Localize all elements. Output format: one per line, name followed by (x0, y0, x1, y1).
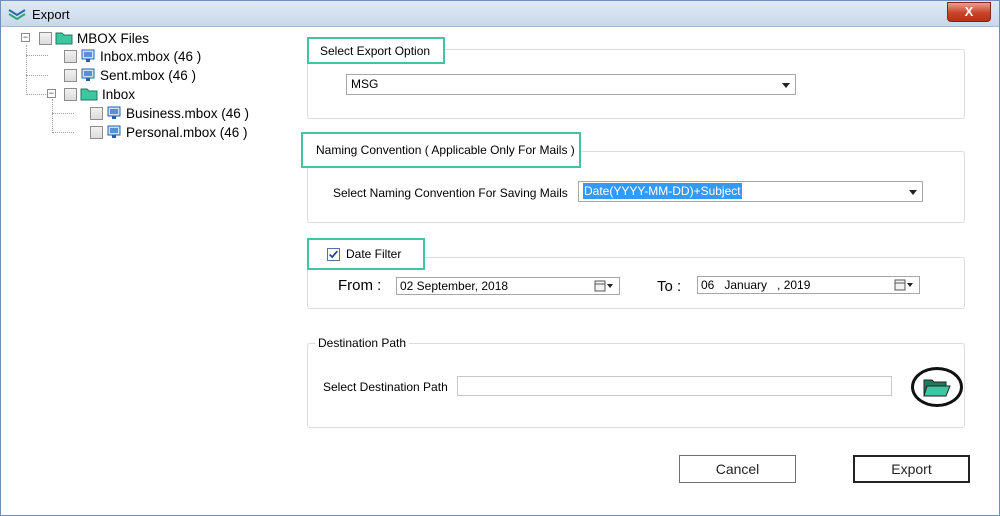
tree-item-personal-mbox[interactable]: Personal.mbox (46 ) (73, 123, 248, 141)
browse-folder-button[interactable] (911, 367, 963, 407)
folder-icon (55, 32, 73, 45)
destination-path-label: Select Destination Path (323, 380, 448, 394)
chevron-down-icon (909, 190, 917, 195)
export-option-title: Select Export Option (320, 43, 431, 58)
window-title: Export (32, 7, 70, 22)
tree-label: Sent.mbox (46 ) (100, 67, 197, 83)
tree-item-inbox-folder[interactable]: − Inbox (17, 85, 135, 103)
export-window: Export X − MBOX Files Inbox.mbox (46) S… (0, 0, 1000, 516)
tree-label: Business.mbox (46 ) (126, 105, 250, 121)
export-option-heading: Select Export Option (307, 37, 445, 64)
tree-checkbox[interactable] (64, 87, 77, 101)
tree-item-sent-mbox[interactable]: Sent.mbox (46 ) (47, 66, 196, 84)
folder-icon (80, 88, 98, 101)
date-filter-title: Date Filter (346, 247, 402, 261)
calendar-dropdown-icon[interactable] (894, 279, 914, 291)
tree-checkbox[interactable] (64, 68, 77, 82)
tree-label: Inbox.mbox (46 ) (100, 48, 202, 64)
date-filter-heading[interactable]: Date Filter (307, 238, 425, 270)
destination-path-input[interactable] (457, 376, 892, 396)
from-date-picker[interactable]: 02 September, 2018 (396, 277, 620, 295)
mailbox-icon (107, 106, 121, 119)
export-button[interactable]: Export (853, 455, 970, 483)
tree-label: MBOX Files (77, 30, 150, 46)
mailbox-icon (81, 68, 95, 81)
tree-checkbox[interactable] (90, 106, 103, 120)
naming-convention-heading: Naming Convention ( Applicable Only For … (301, 132, 581, 168)
app-icon (8, 9, 26, 20)
mbox-tree: − MBOX Files Inbox.mbox (46 ) Sent.mbox … (17, 31, 297, 171)
naming-convention-select[interactable]: Date(YYYY-MM-DD)+Subject (578, 181, 923, 202)
cancel-button[interactable]: Cancel (679, 455, 796, 483)
naming-convention-title: Naming Convention ( Applicable Only For … (316, 143, 575, 157)
tree-label: Personal.mbox (46 ) (126, 124, 248, 140)
title-bar: Export X (1, 1, 999, 27)
tree-item-inbox-mbox[interactable]: Inbox.mbox (46 ) (47, 47, 201, 65)
close-button[interactable]: X (947, 2, 991, 22)
from-label: From : (338, 277, 382, 294)
date-filter-checkbox[interactable] (327, 247, 340, 261)
mailbox-icon (107, 125, 121, 138)
tree-item-business-mbox[interactable]: Business.mbox (46 ) (73, 104, 249, 122)
calendar-dropdown-icon[interactable] (594, 280, 614, 292)
checkmark-icon (329, 250, 338, 258)
from-date-value: 02 September, 2018 (400, 279, 509, 293)
to-date-picker[interactable]: 06 January , 2019 (697, 276, 920, 294)
collapse-icon[interactable]: − (47, 89, 56, 98)
export-format-value: MSG (351, 77, 379, 91)
mailbox-icon (81, 49, 95, 62)
naming-convention-label: Select Naming Convention For Saving Mail… (333, 186, 568, 200)
tree-checkbox[interactable] (64, 49, 77, 63)
tree-item-mbox-files[interactable]: − MBOX Files (17, 29, 149, 47)
to-label: To : (657, 278, 682, 295)
to-date-value: 06 January , 2019 (701, 278, 811, 292)
naming-convention-value: Date(YYYY-MM-DD)+Subject (583, 183, 742, 199)
export-format-select[interactable]: MSG (346, 74, 796, 95)
tree-label: Inbox (102, 86, 136, 102)
tree-checkbox[interactable] (39, 31, 52, 45)
folder-open-icon (923, 379, 951, 397)
collapse-icon[interactable]: − (21, 33, 30, 42)
tree-checkbox[interactable] (90, 125, 103, 139)
chevron-down-icon (782, 83, 790, 88)
destination-path-title: Destination Path (315, 336, 410, 350)
